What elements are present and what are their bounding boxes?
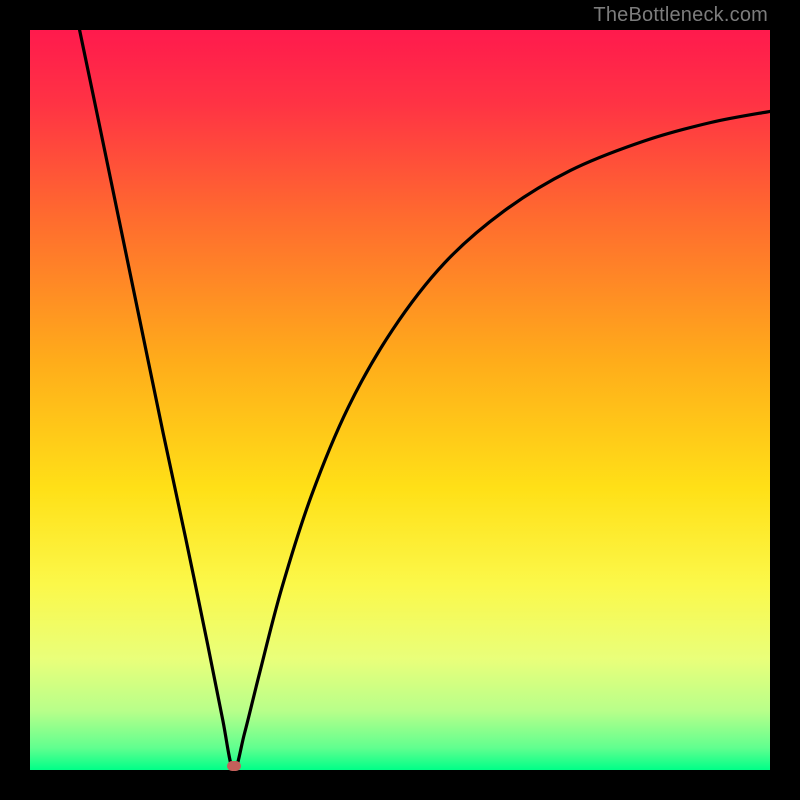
minimum-marker — [227, 761, 241, 771]
plot-area — [30, 30, 770, 770]
bottleneck-curve — [30, 30, 770, 770]
frame: TheBottleneck.com — [0, 0, 800, 800]
watermark-text: TheBottleneck.com — [593, 4, 768, 27]
